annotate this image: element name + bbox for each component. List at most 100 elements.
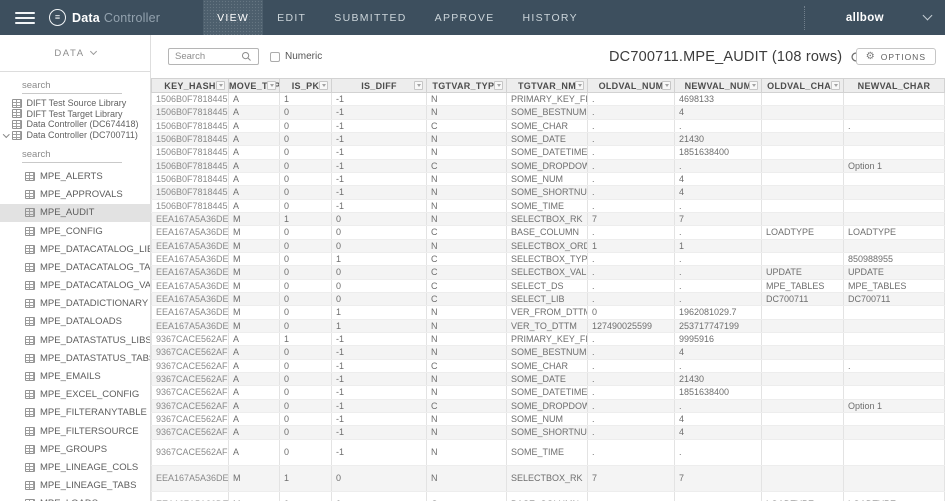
library-item[interactable]: Data Controller (DC674418) [0,119,150,130]
table-row[interactable]: 1506B0F7818445F41591672 A 0 -1 N SOME_BE… [151,105,945,120]
column-header[interactable]: OLDVAL_CHAR [761,78,844,93]
options-button[interactable]: ⚙ OPTIONS [855,48,936,65]
sidebar-table-item[interactable]: MPE_DATALOADS [0,313,150,331]
sidebar-table-item[interactable]: MPE_DATADICTIONARY [0,295,150,313]
table-row[interactable]: 1506B0F7818445F41591672 A 0 -1 N SOME_NU… [151,172,945,187]
sidebar-table-item[interactable]: MPE_APPROVALS [0,186,150,204]
table-row[interactable]: 9367CACE562AF5C522BA3EE A 0 -1 N SOME_NU… [151,412,945,427]
column-header[interactable]: IS_PK [279,78,332,93]
sidebar-table-item[interactable]: MPE_DATASTATUS_TABS [0,349,150,367]
sidebar-table-item[interactable]: MPE_DATACATALOG_LIBS [0,240,150,258]
menu-icon[interactable] [15,0,35,35]
table-row[interactable]: 9367CACE562AF5C522BA3EE A 1 -1 N PRIMARY… [151,332,945,347]
sidebar-table-item[interactable]: MPE_FILTERSOURCE [0,422,150,440]
table-row[interactable]: EEA167A5A36DEDD4BEA2543 M 0 0 C SELECT_L… [151,292,945,307]
table-row[interactable]: EEA167A5A36DEDD4BEA2543 M 0 0 C BASE_COL… [151,225,945,240]
library-search-input[interactable] [22,79,122,94]
table-row[interactable]: EEA167A5A36DEDD4BEA2543 M 1 0 N SELECTBO… [151,212,945,227]
search-box [168,48,259,65]
table-row[interactable]: EEA167A5A36DEDD4BEA2543 M 0 0 N SELECTBO… [151,239,945,253]
column-header[interactable]: NEWVAL_NUM [674,78,762,93]
filter-icon[interactable] [749,81,758,90]
nav-tab[interactable]: APPROVE [421,0,509,35]
table-row[interactable]: EEA167A5A36DEDD4BEA2543 M 0 1 N VER_FROM… [151,305,945,320]
table-cell [761,465,844,492]
table-cell: Option 1 [843,159,945,173]
nav-tab[interactable]: SUBMITTED [320,0,420,35]
sidebar-table-item[interactable]: MPE_DATACATALOG_VARS [0,277,150,295]
nav-tab[interactable]: EDIT [263,0,320,35]
table-cell [761,305,844,320]
sidebar-table-item[interactable]: MPE_EXCEL_CONFIG [0,386,150,404]
chevron-down-icon[interactable] [922,10,933,21]
column-header[interactable]: KEY_HASH [151,78,229,93]
library-item[interactable]: Data Controller (DC700711) [0,130,150,141]
table-cell: EEA167A5A36DEDD4BEA2543 [151,225,229,240]
table-row[interactable]: EEA167A5A36DEDD4BEA2543 M 1 0 N SELECTBO… [151,465,945,492]
table-search-input[interactable] [22,148,122,164]
table-cell [761,92,844,107]
column-header[interactable]: MOVE_TYPE [228,78,280,93]
numeric-checkbox[interactable] [270,51,280,62]
table-row[interactable]: 9367CACE562AF5C522BA3EE A 0 -1 N SOME_BE… [151,345,945,360]
column-header[interactable]: OLDVAL_NUM [587,78,675,93]
table-row[interactable]: 1506B0F7818445F41591672 A 1 -1 N PRIMARY… [151,92,945,107]
table-row[interactable]: 9367CACE562AF5C522BA3EE A 0 -1 N SOME_DA… [151,385,945,400]
sidebar-table-item[interactable]: MPE_ALERTS [0,167,150,185]
table-row[interactable]: 1506B0F7818445F41591672 A 0 -1 C SOME_CH… [151,119,945,133]
column-header[interactable]: TGTVAR_NM [506,78,588,93]
table-icon [25,444,35,454]
table-cell: N [426,212,507,227]
sidebar-table-item[interactable]: MPE_FILTERANYTABLE [0,404,150,422]
table-row[interactable]: 1506B0F7818445F41591672 A 0 -1 N SOME_SH… [151,185,945,200]
table-cell: . [587,412,675,427]
table-filter-search-input[interactable] [169,51,241,62]
nav-tab[interactable]: HISTORY [509,0,592,35]
sidebar-table-item[interactable]: MPE_EMAILS [0,367,150,385]
filter-icon[interactable] [575,81,584,90]
table-row[interactable]: EEA167A5A36DEDD4BEA2543 M 0 1 C SELECTBO… [151,252,945,267]
library-item[interactable]: DIFT Test Source Library [0,98,150,109]
filter-icon[interactable] [216,81,225,90]
table-cell: 0 [331,465,427,492]
table-row[interactable]: 1506B0F7818445F41591672 A 0 -1 N SOME_TI… [151,199,945,213]
library-item[interactable]: DIFT Test Target Library [0,109,150,120]
nav-tab[interactable]: VIEW [203,0,264,35]
sidebar-table-item[interactable]: MPE_LOADS [0,495,150,501]
sidebar-table-item[interactable]: MPE_AUDIT [0,203,150,222]
table-cell: MPE_TABLES [761,279,844,293]
filter-icon[interactable] [494,81,503,90]
table-row[interactable]: 1506B0F7818445F41591672 A 0 -1 N SOME_DA… [151,145,945,160]
table-row[interactable]: EEA167A5A36DEDD4BEA2543 M 0 0 C BASE_COL… [151,491,945,501]
table-row[interactable]: 9367CACE562AF5C522BA3EE A 0 -1 N SOME_DA… [151,372,945,387]
sidebar-table-item[interactable]: MPE_LINEAGE_TABS [0,477,150,495]
table-row[interactable]: 9367CACE562AF5C522BA3EE A 0 -1 C SOME_CH… [151,359,945,373]
sidebar-table-item[interactable]: MPE_DATASTATUS_LIBS [0,331,150,349]
table-row[interactable]: 9367CACE562AF5C522BA3EE A 0 -1 C SOME_DR… [151,399,945,413]
table-row[interactable]: EEA167A5A36DEDD4BEA2543 M 0 0 C SELECTBO… [151,265,945,280]
sidebar-table-item[interactable]: MPE_DATACATALOG_TABS [0,258,150,276]
table-row[interactable]: 9367CACE562AF5C522BA3EE A 0 -1 N SOME_TI… [151,439,945,466]
sidebar-table-item[interactable]: MPE_LINEAGE_COLS [0,458,150,476]
table-row[interactable]: 1506B0F7818445F41591672 A 0 -1 C SOME_DR… [151,159,945,173]
column-header[interactable]: TGTVAR_TYPE [426,78,507,93]
sidebar-table-item[interactable]: MPE_GROUPS [0,440,150,458]
table-cell: 0 [279,239,332,253]
filter-icon[interactable] [831,81,840,90]
filter-icon[interactable] [319,81,328,90]
data-section-dropdown[interactable]: DATA [0,35,150,72]
numeric-label: Numeric [285,51,323,62]
sidebar-table-item[interactable]: MPE_CONFIG [0,222,150,240]
table-row[interactable]: EEA167A5A36DEDD4BEA2543 M 0 0 C SELECT_D… [151,279,945,293]
filter-icon[interactable] [267,81,276,90]
user-menu[interactable]: allbow [846,12,884,24]
table-cell [843,332,945,347]
filter-icon[interactable] [414,81,423,90]
filter-icon[interactable] [662,81,671,90]
table-row[interactable]: 1506B0F7818445F41591672 A 0 -1 N SOME_DA… [151,132,945,147]
library-icon [11,119,22,129]
column-header[interactable]: NEWVAL_CHAR [843,78,945,93]
table-row[interactable]: EEA167A5A36DEDD4BEA2543 M 0 1 N VER_TO_D… [151,319,945,333]
table-row[interactable]: 9367CACE562AF5C522BA3EE A 0 -1 N SOME_SH… [151,425,945,440]
column-header[interactable]: IS_DIFF [331,78,427,93]
